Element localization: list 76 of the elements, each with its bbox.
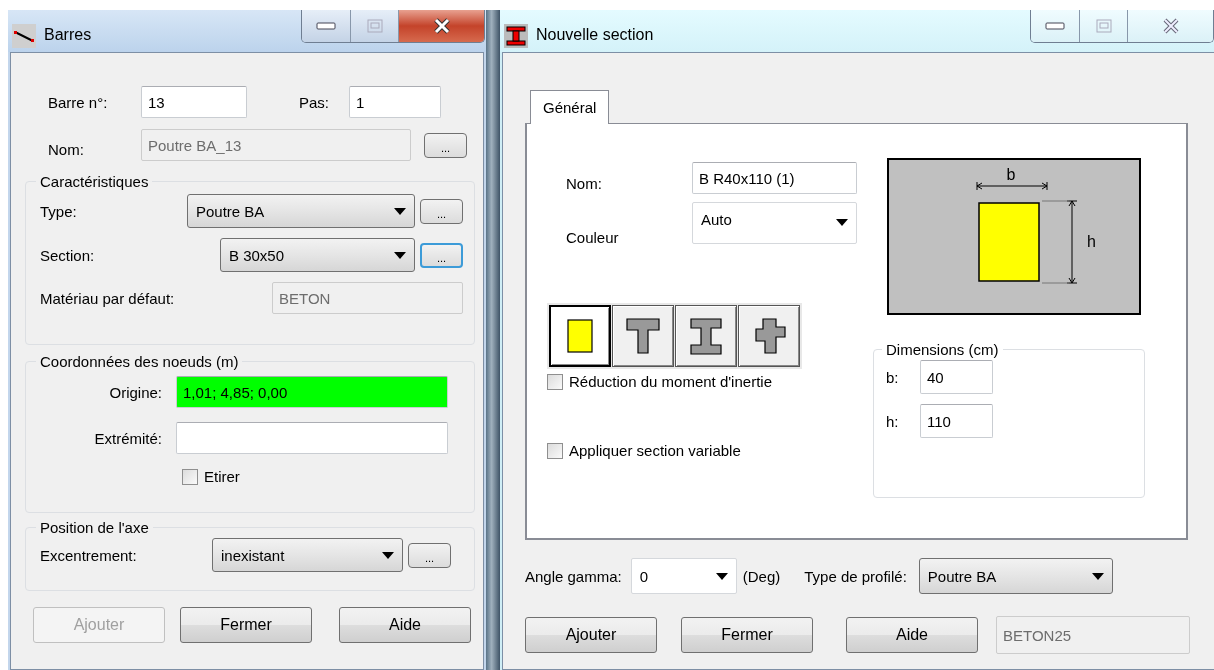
field-label: (Deg) — [742, 567, 781, 585]
field-label: Excentrement: — [40, 546, 138, 564]
text-field[interactable]: B R40x110 (1) — [692, 162, 857, 194]
shape-button[interactable] — [738, 305, 800, 367]
text-field[interactable]: 1,01; 4,85; 0,00 — [176, 376, 448, 408]
caret-icon — [394, 251, 406, 259]
minimize-icon — [1045, 22, 1065, 30]
minimize-button[interactable] — [302, 10, 350, 42]
dropdown[interactable]: B 30x50 — [220, 238, 415, 272]
close-button[interactable] — [398, 10, 484, 42]
group-title: Position de l'axe — [39, 519, 150, 536]
field-label: Angle gamma: — [525, 567, 622, 585]
checkbox[interactable] — [182, 468, 198, 485]
tab[interactable]: Général — [530, 90, 610, 124]
caret-icon — [715, 572, 728, 580]
checkbox-label: Appliquer section variable — [569, 442, 741, 459]
dropdown[interactable]: Poutre BA — [187, 194, 415, 228]
maximize-button[interactable] — [1079, 10, 1127, 42]
more-button[interactable]: ... — [408, 542, 451, 568]
dropdown[interactable]: Poutre BA — [918, 558, 1113, 594]
field-label: Barre n°: — [48, 93, 109, 111]
field-label: Type: — [40, 202, 78, 220]
more-button[interactable]: ... — [420, 198, 463, 224]
minimize-button[interactable] — [1031, 10, 1079, 42]
maximize-button[interactable] — [350, 10, 398, 42]
close-button[interactable] — [1127, 10, 1213, 42]
checkbox[interactable] — [547, 373, 563, 390]
group-title: Caractéristiques — [39, 173, 150, 190]
more-button[interactable]: ... — [420, 242, 463, 268]
field-label: Extrémité: — [93, 429, 162, 447]
shape-button[interactable] — [549, 305, 611, 367]
field-label: Pas: — [299, 93, 330, 111]
checkbox-label: Réduction du moment d'inertie — [569, 373, 772, 390]
field-label: Section: — [40, 246, 96, 264]
field-label: Nom: — [566, 174, 603, 192]
shape-button[interactable] — [675, 305, 737, 367]
dialog-button[interactable]: Fermer — [180, 607, 312, 643]
caret-icon — [394, 207, 406, 215]
text-field[interactable]: 1 — [349, 86, 441, 118]
dropdown[interactable]: 0 — [630, 558, 737, 594]
dialog-button[interactable]: Ajouter — [525, 617, 657, 653]
dropdown[interactable]: inexistant — [212, 538, 403, 572]
text-field[interactable] — [176, 422, 448, 454]
maximize-icon — [1095, 19, 1112, 33]
dialog-button[interactable]: Aide — [339, 607, 471, 643]
bar-icon — [12, 24, 36, 48]
beam-icon — [504, 24, 528, 48]
text-field[interactable]: 13 — [141, 86, 247, 118]
close-icon — [1161, 18, 1180, 34]
caret-icon — [836, 218, 848, 226]
dialog-button[interactable]: Fermer — [681, 617, 813, 653]
field-label: h: — [886, 412, 900, 430]
dropdown[interactable]: Auto — [692, 201, 857, 244]
group-title: Coordonnées des noeuds (m) — [39, 353, 240, 370]
field-label: b: — [886, 368, 900, 386]
group-title: Dimensions (cm) — [885, 341, 1000, 358]
checkbox-label: Etirer — [204, 468, 240, 485]
dialog-button[interactable]: Aide — [846, 617, 978, 653]
dimension-label: b — [1006, 166, 1016, 183]
window-title: Nouvelle section — [536, 26, 655, 44]
field-label: Nom: — [48, 140, 85, 158]
field-label: Couleur — [566, 229, 620, 246]
caret-icon — [1091, 572, 1104, 580]
field-label: Origine: — [108, 383, 162, 401]
checkbox[interactable] — [547, 442, 563, 459]
dimension-label: h — [1087, 233, 1096, 250]
minimize-icon — [316, 22, 336, 30]
field-label: Type de profilé: — [804, 567, 907, 585]
close-icon — [432, 18, 451, 34]
caret-icon — [382, 551, 394, 559]
field-label: Matériau par défaut: — [40, 289, 176, 307]
window-title: Barres — [44, 26, 93, 44]
text-field[interactable]: 110 — [920, 404, 993, 438]
shape-button[interactable] — [612, 305, 674, 367]
maximize-icon — [366, 19, 383, 33]
text-field[interactable]: 40 — [920, 360, 993, 394]
